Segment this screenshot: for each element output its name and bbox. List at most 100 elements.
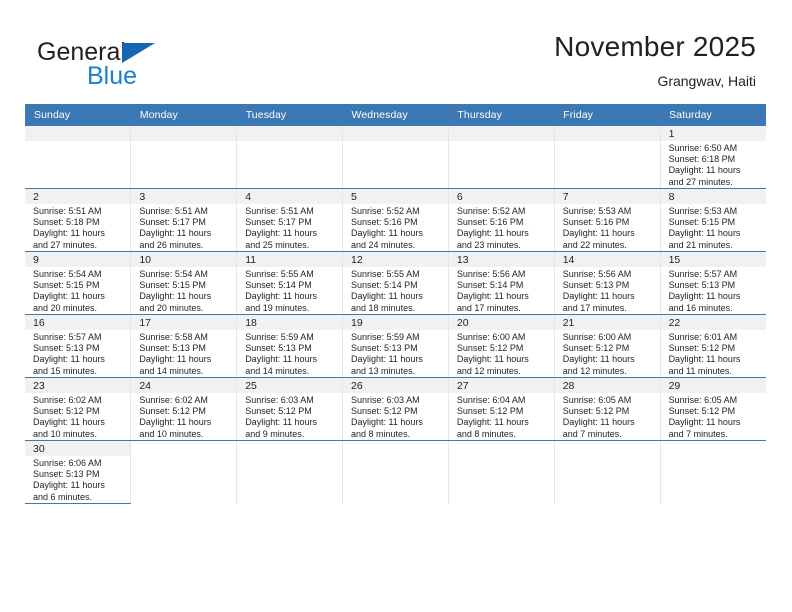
daylight-duration-line2: and 17 minutes. [456, 302, 521, 313]
calendar-day-cell[interactable]: 26 Sunrise: 6:03 AM Sunset: 5:12 PM Dayligh… [342, 377, 449, 441]
calendar-day-cell[interactable]: 6 Sunrise: 5:52 AM Sunset: 5:16 PM Daylight… [447, 188, 555, 252]
calendar-day-cell[interactable]: 14 Sunrise: 5:56 AM Sunset: 5:13 PM Dayligh… [553, 251, 661, 315]
daylight-duration-line1: Daylight: 11 hours [33, 228, 105, 239]
day-sun-info: Sunrise: 6:05 AM Sunset: 5:12 PM Daylight:… [661, 393, 766, 440]
sunrise-time: Sunrise: 5:54 AM [139, 269, 208, 279]
daylight-duration-line2: and 27 minutes. [668, 176, 733, 187]
calendar-cell-blank [130, 440, 238, 504]
day-number: 21 [554, 315, 660, 330]
title-block: November 2025 Grangwav, Haiti [554, 30, 756, 91]
daylight-duration-line2: and 8 minutes. [456, 428, 516, 439]
day-number: 2 [25, 189, 131, 204]
weekday-header-saturday: Saturday [660, 104, 766, 126]
daylight-duration-line1: Daylight: 11 hours [245, 228, 318, 239]
weekday-header-sunday: Sunday [25, 104, 131, 126]
calendar-day-cell[interactable]: 18 Sunrise: 5:59 AM Sunset: 5:13 PM Dayligh… [236, 314, 344, 378]
day-sun-info: Sunrise: 5:55 AM Sunset: 5:14 PM Daylight:… [343, 267, 448, 314]
day-number: 25 [237, 378, 343, 393]
daylight-duration-line1: Daylight: 11 hours [33, 480, 105, 491]
day-sun-info: Sunrise: 5:51 AM Sunset: 5:17 PM Daylight:… [237, 204, 342, 251]
sunset-time: Sunset: 5:13 PM [562, 280, 630, 291]
day-number: 6 [448, 189, 554, 204]
daylight-duration-line2: and 8 minutes. [351, 428, 411, 439]
calendar-day-cell[interactable]: 5 Sunrise: 5:52 AM Sunset: 5:16 PM Daylight… [342, 188, 449, 252]
sunset-time: Sunset: 5:16 PM [351, 217, 418, 228]
day-number: 16 [25, 315, 131, 330]
sunrise-time: Sunrise: 6:50 AM [668, 143, 738, 153]
general-blue-logo[interactable]: General Blue [37, 38, 247, 90]
day-sun-info: Sunrise: 6:02 AM Sunset: 5:12 PM Daylight:… [131, 393, 236, 440]
sunset-time: Sunset: 5:14 PM [456, 280, 524, 291]
day-number [554, 126, 660, 141]
calendar-day-cell[interactable]: 2 Sunrise: 5:51 AM Sunset: 5:18 PM Daylight… [25, 188, 132, 252]
sunset-time: Sunset: 5:14 PM [245, 280, 312, 291]
day-sun-info: Sunrise: 5:56 AM Sunset: 5:13 PM Daylight:… [555, 267, 660, 314]
day-number: 24 [131, 378, 237, 393]
calendar-day-cell[interactable]: 10 Sunrise: 5:54 AM Sunset: 5:15 PM Dayligh… [130, 251, 238, 315]
calendar-day-cell[interactable]: 20 Sunrise: 6:00 AM Sunset: 5:12 PM Dayligh… [447, 314, 555, 378]
day-sun-info: Sunrise: 5:54 AM Sunset: 5:15 PM Daylight:… [25, 267, 130, 314]
calendar-day-cell[interactable]: 29 Sunrise: 6:05 AM Sunset: 5:12 PM Dayligh… [659, 377, 766, 441]
sunset-time: Sunset: 5:13 PM [668, 280, 736, 291]
day-sun-info: Sunrise: 5:56 AM Sunset: 5:14 PM Daylight:… [449, 267, 554, 314]
calendar-day-cell[interactable]: 21 Sunrise: 6:00 AM Sunset: 5:12 PM Dayligh… [553, 314, 661, 378]
calendar-week-row: 2 Sunrise: 5:51 AM Sunset: 5:18 PM Daylight… [25, 188, 766, 252]
sunset-time: Sunset: 5:12 PM [456, 406, 524, 417]
calendar-day-cell[interactable]: 12 Sunrise: 5:55 AM Sunset: 5:14 PM Dayligh… [342, 251, 449, 315]
daylight-duration-line2: and 22 minutes. [562, 239, 627, 250]
sunrise-time: Sunrise: 6:05 AM [668, 395, 738, 405]
day-sun-info: Sunrise: 5:51 AM Sunset: 5:18 PM Daylight:… [25, 204, 130, 251]
daylight-duration-line2: and 12 minutes. [456, 365, 521, 376]
calendar-cell-blank [342, 440, 449, 504]
calendar-day-cell[interactable]: 11 Sunrise: 5:55 AM Sunset: 5:14 PM Dayligh… [236, 251, 344, 315]
sunrise-time: Sunrise: 5:59 AM [351, 332, 420, 342]
daylight-duration-line2: and 6 minutes. [33, 491, 93, 502]
calendar-day-cell[interactable]: 27 Sunrise: 6:04 AM Sunset: 5:12 PM Dayligh… [447, 377, 555, 441]
calendar-day-cell[interactable]: 7 Sunrise: 5:53 AM Sunset: 5:16 PM Daylight… [553, 188, 661, 252]
day-number: 22 [660, 315, 766, 330]
daylight-duration-line1: Daylight: 11 hours [33, 354, 105, 365]
calendar-day-cell[interactable]: 13 Sunrise: 5:56 AM Sunset: 5:14 PM Dayligh… [447, 251, 555, 315]
calendar-day-cell[interactable]: 25 Sunrise: 6:03 AM Sunset: 5:12 PM Dayligh… [236, 377, 344, 441]
daylight-duration-line1: Daylight: 11 hours [139, 417, 212, 428]
sunset-time: Sunset: 5:12 PM [668, 343, 736, 354]
sunset-time: Sunset: 5:15 PM [139, 280, 206, 291]
daylight-duration-line1: Daylight: 11 hours [562, 291, 635, 302]
day-number: 11 [237, 252, 343, 267]
calendar-day-cell[interactable]: 17 Sunrise: 5:58 AM Sunset: 5:13 PM Dayligh… [130, 314, 238, 378]
calendar-day-cell[interactable]: 15 Sunrise: 5:57 AM Sunset: 5:13 PM Dayligh… [659, 251, 766, 315]
day-number: 1 [660, 126, 766, 141]
sunset-time: Sunset: 5:16 PM [562, 217, 630, 228]
sunset-time: Sunset: 5:15 PM [668, 217, 736, 228]
calendar-day-cell[interactable]: 3 Sunrise: 5:51 AM Sunset: 5:17 PM Daylight… [130, 188, 238, 252]
calendar-day-cell[interactable]: 19 Sunrise: 5:59 AM Sunset: 5:13 PM Dayligh… [342, 314, 449, 378]
calendar-day-cell[interactable]: 8 Sunrise: 5:53 AM Sunset: 5:15 PM Daylight… [659, 188, 766, 252]
calendar-day-cell[interactable]: 28 Sunrise: 6:05 AM Sunset: 5:12 PM Dayligh… [553, 377, 661, 441]
day-number: 5 [343, 189, 448, 204]
sunset-time: Sunset: 5:12 PM [562, 343, 630, 354]
calendar-day-cell[interactable]: 9 Sunrise: 5:54 AM Sunset: 5:15 PM Daylight… [25, 251, 132, 315]
daylight-duration-line2: and 10 minutes. [33, 428, 98, 439]
calendar-day-cell[interactable]: 16 Sunrise: 5:57 AM Sunset: 5:13 PM Dayligh… [25, 314, 132, 378]
daylight-duration-line1: Daylight: 11 hours [245, 417, 318, 428]
calendar-day-cell[interactable]: 22 Sunrise: 6:01 AM Sunset: 5:12 PM Dayligh… [659, 314, 766, 378]
daylight-duration-line1: Daylight: 11 hours [668, 228, 741, 239]
sunset-time: Sunset: 5:18 PM [33, 217, 100, 228]
day-number: 30 [25, 441, 131, 456]
day-sun-info: Sunrise: 6:00 AM Sunset: 5:12 PM Daylight:… [449, 330, 554, 377]
sunrise-time: Sunrise: 5:56 AM [562, 269, 632, 279]
day-number: 7 [554, 189, 660, 204]
calendar-cell-empty [236, 126, 344, 189]
day-number: 15 [660, 252, 766, 267]
calendar-day-cell[interactable]: 24 Sunrise: 6:02 AM Sunset: 5:12 PM Dayligh… [130, 377, 238, 441]
day-sun-info: Sunrise: 6:06 AM Sunset: 5:13 PM Daylight:… [25, 456, 130, 503]
weekday-header-thursday: Thursday [448, 104, 555, 126]
sunrise-time: Sunrise: 5:55 AM [245, 269, 314, 279]
calendar-day-cell[interactable]: 1 Sunrise: 6:50 AM Sunset: 6:18 PM Daylight… [659, 126, 766, 189]
calendar-day-cell[interactable]: 23 Sunrise: 6:02 AM Sunset: 5:12 PM Dayligh… [25, 377, 132, 441]
calendar-day-cell[interactable]: 4 Sunrise: 5:51 AM Sunset: 5:17 PM Daylight… [236, 188, 344, 252]
sunrise-time: Sunrise: 5:55 AM [351, 269, 420, 279]
sunrise-time: Sunrise: 6:01 AM [668, 332, 738, 342]
day-sun-info: Sunrise: 5:52 AM Sunset: 5:16 PM Daylight:… [449, 204, 554, 251]
calendar-day-cell[interactable]: 30 Sunrise: 6:06 AM Sunset: 5:13 PM Dayligh… [25, 440, 132, 504]
